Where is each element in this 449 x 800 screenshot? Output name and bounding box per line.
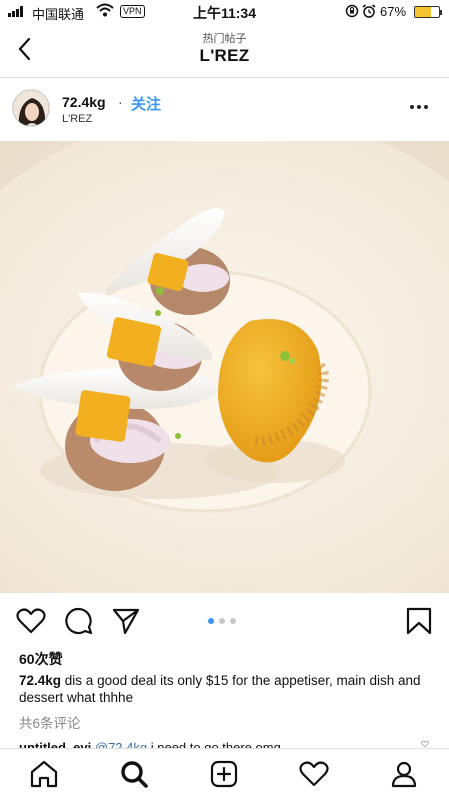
rotation-lock-icon bbox=[345, 4, 359, 18]
comment-preview: untitled_evi @72.4kg i need to go there … bbox=[19, 738, 419, 748]
nav-header: 热门帖子 L'REZ bbox=[0, 24, 449, 78]
caption-username[interactable]: 72.4kg bbox=[19, 673, 61, 688]
share-icon[interactable] bbox=[111, 606, 141, 636]
activity-heart-icon[interactable] bbox=[299, 759, 329, 789]
comment-text: i need to go there omg bbox=[150, 740, 281, 748]
heart-icon[interactable] bbox=[16, 606, 46, 636]
comment-like-icon[interactable] bbox=[418, 740, 432, 748]
status-bar: 中国联通 VPN 上午11:34 67% bbox=[0, 0, 449, 24]
new-post-icon[interactable] bbox=[209, 759, 239, 789]
battery-percent: 67% bbox=[380, 4, 407, 19]
avatar[interactable] bbox=[12, 89, 50, 127]
home-icon[interactable] bbox=[29, 759, 59, 789]
post-caption: 72.4kg dis a good deal its only $15 for … bbox=[19, 672, 434, 706]
alarm-icon bbox=[362, 4, 376, 18]
post-header: 72.4kg · 关注 L'REZ bbox=[0, 79, 449, 141]
likes-count[interactable]: 60次赞 bbox=[19, 649, 63, 669]
carousel-dot bbox=[230, 618, 236, 624]
follow-button[interactable]: 关注 bbox=[131, 93, 161, 114]
header-subtitle: 热门帖子 bbox=[202, 33, 247, 45]
bookmark-icon[interactable] bbox=[404, 606, 434, 636]
carousel-dot bbox=[219, 618, 225, 624]
carousel-indicator bbox=[208, 618, 236, 624]
bottom-tab-bar bbox=[0, 748, 449, 800]
comment-icon[interactable] bbox=[64, 606, 94, 636]
view-comments-link[interactable]: 共6条评论 bbox=[19, 712, 81, 732]
caption-text: dis a good deal its only $15 for the app… bbox=[19, 673, 421, 705]
search-icon[interactable] bbox=[119, 759, 149, 789]
post-action-bar bbox=[0, 600, 449, 640]
profile-icon[interactable] bbox=[389, 759, 419, 789]
carousel-dot bbox=[208, 618, 214, 624]
comment-mention[interactable]: @72.4kg bbox=[95, 740, 147, 748]
comment-username[interactable]: untitled_evi bbox=[19, 740, 91, 748]
post-location[interactable]: L'REZ bbox=[62, 113, 92, 125]
battery-icon bbox=[414, 6, 442, 18]
post-username[interactable]: 72.4kg bbox=[62, 94, 106, 110]
page-title: L'REZ bbox=[199, 46, 250, 65]
dessert-photo[interactable] bbox=[0, 141, 449, 593]
separator-dot: · bbox=[118, 94, 123, 110]
instagram-post-screen: 中国联通 VPN 上午11:34 67% 热门帖子 L'REZ 72.4kg ·… bbox=[0, 0, 449, 800]
more-horizontal-icon[interactable] bbox=[410, 105, 434, 111]
